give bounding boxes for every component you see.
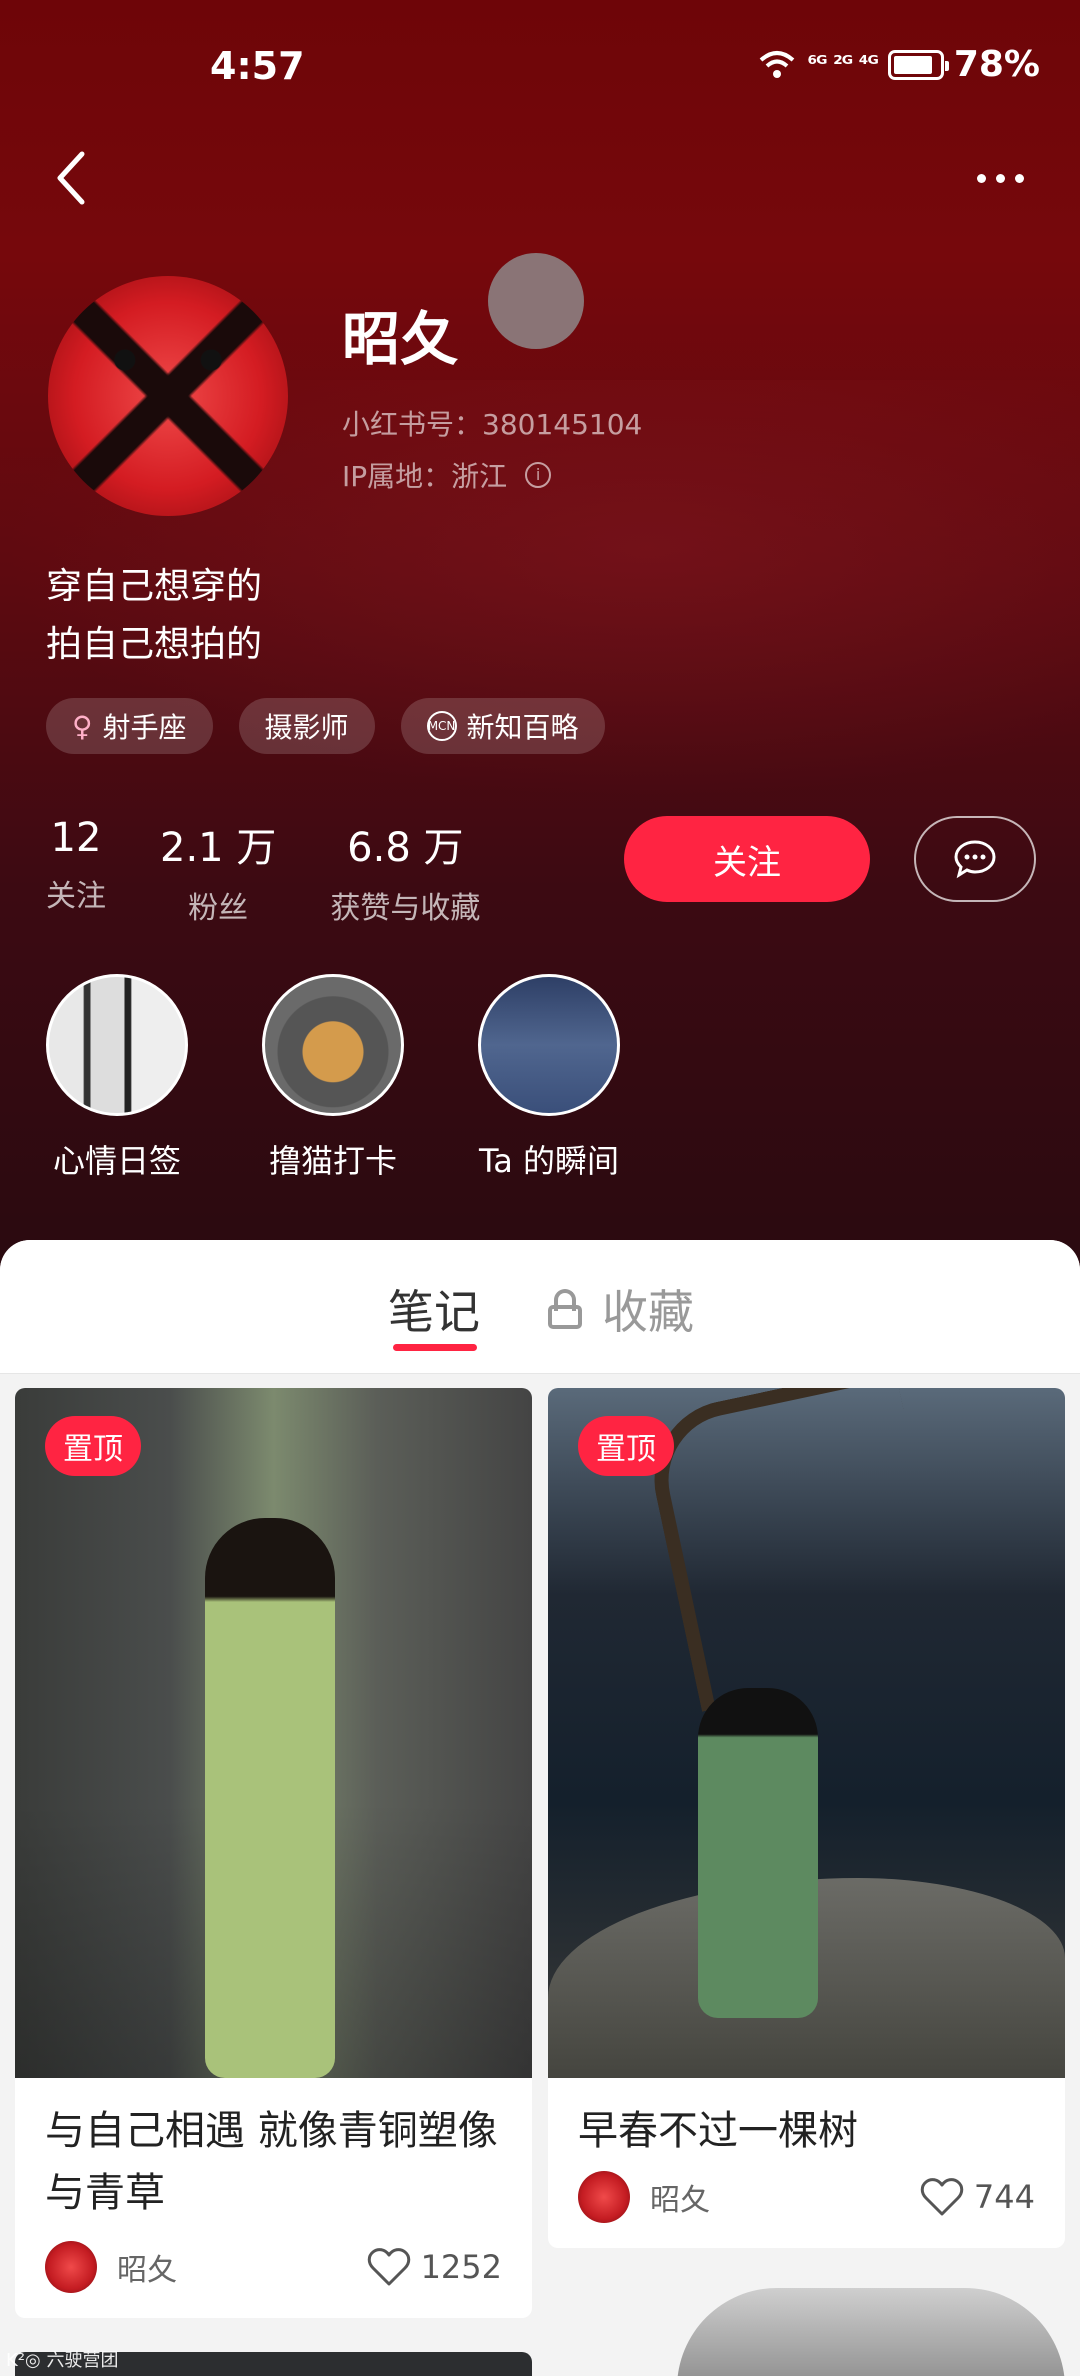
profile-stats: 12 关注 2.1 万 粉丝 6.8 万 获赞与收藏 <box>46 815 480 927</box>
back-button[interactable] <box>48 148 98 208</box>
stat-label: 关注 <box>46 879 106 914</box>
ip-location-text: IP属地：浙江 <box>342 460 508 493</box>
cover-figure <box>698 1688 818 2018</box>
cover-tree <box>639 1388 957 1712</box>
tab-favorites[interactable]: 收藏 <box>548 1276 694 1342</box>
like-button[interactable]: 744 <box>920 2177 1035 2217</box>
signal-icon: ⁶ᴳ ²ᴳ ⁴ᴳ <box>807 52 878 77</box>
note-meta: 昭夂 744 <box>578 2170 1035 2224</box>
stat-number: 6.8 万 <box>347 825 464 871</box>
battery-percent: 78% <box>953 44 1040 85</box>
stat-number: 2.1 万 <box>160 825 277 871</box>
bio-line: 穿自己想穿的 <box>46 566 263 607</box>
tag-label: 射手座 <box>102 711 187 744</box>
note-title: 早春不过一棵树 <box>578 2108 858 2154</box>
note-title: 与自己相遇 就像青铜塑像与青草 <box>45 2108 498 2216</box>
author-name[interactable]: 昭夂 <box>117 2245 367 2289</box>
content-panel: 笔记 收藏 置顶 与自己相遇 就像青铜塑像与青草 昭夂 1252 置顶 早春不过… <box>0 1240 1080 2376</box>
battery-icon <box>887 49 949 80</box>
pinned-badge: 置顶 <box>45 1416 141 1476</box>
tag-label: 新知百略 <box>466 711 579 744</box>
more-dot-icon <box>976 173 986 183</box>
highlight-thumbnail <box>46 974 188 1116</box>
message-button[interactable] <box>914 816 1036 902</box>
tab-label: 收藏 <box>602 1285 694 1339</box>
bio: 穿自己想穿的 拍自己想拍的 <box>46 558 262 674</box>
profile-tags: ♀ 射手座 摄影师 MCN 新知百略 <box>46 698 605 754</box>
note-card[interactable]: 置顶 早春不过一棵树 昭夂 744 <box>548 1388 1065 2248</box>
avatar[interactable] <box>48 276 288 516</box>
bio-line: 拍自己想拍的 <box>46 624 263 665</box>
pinned-badge: 置顶 <box>578 1416 674 1476</box>
status-time: 4:57 <box>210 44 305 88</box>
highlight-cat[interactable]: 撸猫打卡 <box>262 974 404 1182</box>
chevron-left-icon <box>57 151 85 205</box>
highlight-thumbnail <box>478 974 620 1116</box>
author-avatar[interactable] <box>45 2241 97 2293</box>
stat-number: 12 <box>50 815 102 861</box>
lock-icon <box>548 1289 582 1329</box>
ip-location: IP属地：浙江 i <box>342 455 552 495</box>
active-tab-indicator <box>393 1344 477 1351</box>
author-name[interactable]: 昭夂 <box>650 2175 920 2219</box>
more-options-button[interactable] <box>970 160 1030 196</box>
highlight-label: 心情日签 <box>52 1142 181 1180</box>
note-card[interactable]: 置顶 与自己相遇 就像青铜塑像与青草 昭夂 1252 <box>15 1388 532 2318</box>
note-cover-image: 置顶 <box>15 1388 532 2078</box>
tag-label: 摄影师 <box>264 711 349 744</box>
highlight-label: Ta 的瞬间 <box>478 1142 620 1180</box>
cover-figure <box>205 1518 335 2078</box>
like-count: 744 <box>973 2178 1035 2216</box>
highlight-thumbnail <box>262 974 404 1116</box>
nickname: 昭夂 <box>342 305 459 373</box>
female-icon: ♀ <box>72 709 93 743</box>
stat-label: 获赞与收藏 <box>330 891 481 926</box>
stat-followers[interactable]: 2.1 万 粉丝 <box>160 815 276 927</box>
highlight-moments[interactable]: Ta 的瞬间 <box>478 974 620 1182</box>
chat-bubble-icon <box>954 840 996 879</box>
watermark: K²◎ 六驶营团 <box>6 2350 119 2371</box>
stat-likes-favorites[interactable]: 6.8 万 获赞与收藏 <box>330 815 480 927</box>
tab-notes[interactable]: 笔记 <box>388 1276 480 1342</box>
more-dot-icon <box>1014 173 1024 183</box>
like-button[interactable]: 1252 <box>367 2247 502 2287</box>
like-count: 1252 <box>420 2248 502 2286</box>
mcn-icon: MCN <box>426 711 457 741</box>
overlay-dot <box>488 253 584 349</box>
heart-icon <box>367 2248 410 2286</box>
highlight-mood[interactable]: 心情日签 <box>46 974 188 1182</box>
tag-mcn[interactable]: MCN 新知百略 <box>400 698 605 754</box>
user-id: 小红书号：380145104 <box>342 408 643 441</box>
stat-following[interactable]: 12 关注 <box>46 815 106 927</box>
tag-occupation[interactable]: 摄影师 <box>238 698 375 754</box>
status-icons: ⁶ᴳ ²ᴳ ⁴ᴳ 78% <box>757 44 1040 85</box>
more-dot-icon <box>995 173 1005 183</box>
heart-icon <box>920 2178 964 2216</box>
author-avatar[interactable] <box>578 2171 630 2223</box>
note-card-partial[interactable] <box>677 2288 1065 2376</box>
note-cover-image: 置顶 <box>548 1388 1065 2078</box>
highlight-label: 撸猫打卡 <box>268 1142 397 1180</box>
note-meta: 昭夂 1252 <box>45 2240 502 2294</box>
stat-label: 粉丝 <box>188 891 249 926</box>
wifi-icon <box>760 50 795 78</box>
follow-button[interactable]: 关注 <box>624 816 870 902</box>
tag-zodiac[interactable]: ♀ 射手座 <box>46 698 213 754</box>
story-highlights: 心情日签 撸猫打卡 Ta 的瞬间 <box>46 974 620 1182</box>
content-tabs: 笔记 收藏 <box>0 1240 1080 1374</box>
profile-header: 4:57 ⁶ᴳ ²ᴳ ⁴ᴳ 78% 昭夂 小红书号：380145104 IP属地… <box>0 0 1080 1270</box>
info-icon[interactable]: i <box>525 462 552 488</box>
